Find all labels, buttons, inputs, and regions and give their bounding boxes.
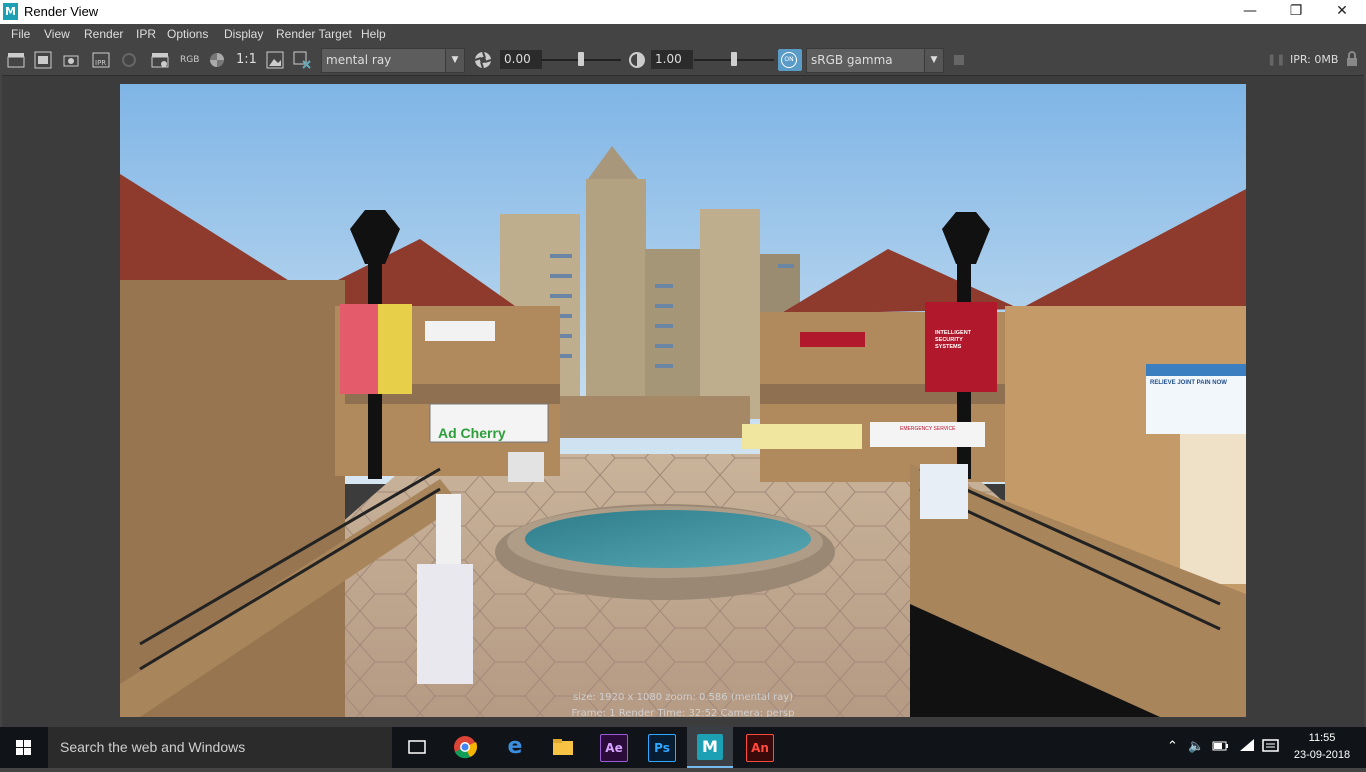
snapshot-compare-button[interactable] — [950, 51, 968, 69]
menu-render-target[interactable]: Render Target — [276, 27, 352, 41]
sign-security-1: INTELLIGENT — [935, 330, 972, 336]
menu-help[interactable]: Help — [361, 27, 386, 41]
ipr-clapboard-icon: IPR — [92, 52, 110, 68]
windows-logo-icon — [16, 740, 31, 755]
clock-time[interactable]: 11:55 — [1292, 732, 1352, 744]
sign-emergency: EMERGENCY SERVICE — [900, 426, 956, 432]
menu-display[interactable]: Display — [224, 27, 263, 41]
edge-icon[interactable]: e — [502, 734, 528, 760]
brush-icon — [954, 55, 964, 65]
clock-date[interactable]: 23-09-2018 — [1290, 749, 1354, 761]
volume-icon[interactable]: 🔈 — [1188, 739, 1204, 754]
wifi-icon[interactable] — [1238, 739, 1256, 757]
task-view-icon[interactable] — [404, 734, 430, 760]
camera-icon — [63, 55, 79, 67]
color-management-toggle[interactable]: ON — [778, 49, 802, 71]
svg-text:IPR: IPR — [95, 59, 106, 67]
chrome-icon[interactable] — [452, 734, 478, 760]
alpha-checker-icon — [210, 53, 224, 67]
exposure-reset-button[interactable] — [474, 51, 492, 69]
menu-options[interactable]: Options — [167, 27, 208, 41]
render-settings-button[interactable] — [151, 51, 169, 69]
settings-clapboard-icon — [151, 53, 169, 68]
close-icon: ✕ — [1336, 3, 1348, 19]
battery-icon[interactable] — [1212, 739, 1230, 757]
maya-icon[interactable]: M — [697, 734, 723, 760]
image-remove-icon — [293, 51, 311, 69]
gamma-slider-thumb[interactable] — [731, 52, 737, 66]
ipr-render-button[interactable]: IPR — [92, 51, 110, 69]
file-explorer-icon[interactable] — [550, 734, 576, 760]
render-info-line2: Frame: 1 Render Time: 32:52 Camera: pers… — [571, 708, 795, 717]
sign-security-3: SYSTEMS — [935, 344, 962, 350]
clapboard-icon — [7, 53, 25, 68]
redo-render-button[interactable] — [7, 51, 25, 69]
region-icon — [34, 51, 52, 69]
aperture-icon — [474, 51, 492, 69]
windows-taskbar: Search the web and Windows e Ae Ps M An … — [0, 727, 1366, 768]
window-title: Render View — [24, 4, 99, 19]
start-button[interactable] — [0, 727, 48, 768]
display-image-button[interactable] — [266, 51, 284, 69]
pause-icon[interactable]: ❚❚ — [1267, 51, 1285, 69]
menu-file[interactable]: File — [11, 27, 30, 41]
rendered-scene: Ad Cherry INTELLIGENT SECURITY SYSTEMS E… — [120, 84, 1246, 717]
refresh-ipr-button[interactable] — [120, 51, 138, 69]
alpha-channel-button[interactable] — [208, 51, 226, 69]
search-placeholder: Search the web and Windows — [60, 739, 246, 755]
rendered-image: Ad Cherry INTELLIGENT SECURITY SYSTEMS E… — [120, 84, 1246, 717]
title-bar: M Render View — ❐ ✕ — [0, 0, 1366, 24]
sign-ad-cherry: Ad Cherry — [438, 425, 506, 441]
render-info-line1: size: 1920 x 1080 zoom: 0.586 (mental ra… — [572, 692, 794, 703]
restore-icon: ❐ — [1289, 3, 1303, 19]
lock-icon[interactable] — [1343, 51, 1361, 69]
sign-joint: RELIEVE JOINT PAIN NOW — [1150, 380, 1227, 386]
on-icon: ON — [781, 52, 797, 68]
after-effects-icon[interactable]: Ae — [600, 734, 628, 762]
rgb-channel-button[interactable]: RGB — [180, 51, 199, 69]
chevron-down-icon: ▼ — [924, 49, 943, 72]
minimize-button[interactable]: — — [1227, 0, 1273, 24]
animate-icon[interactable]: An — [746, 734, 774, 762]
show-hidden-icons[interactable]: ⌃ — [1167, 739, 1178, 754]
sign-security-2: SECURITY — [935, 337, 963, 343]
menu-render[interactable]: Render — [84, 27, 123, 41]
render-toolbar: IPR RGB 1:1 mental ray ▼ 0.00 1.00 ON sR… — [0, 45, 1366, 75]
ipr-memory-label: IPR: 0MB — [1290, 53, 1339, 66]
photoshop-icon[interactable]: Ps — [648, 734, 676, 762]
minimize-icon: — — [1243, 3, 1257, 19]
renderer-dropdown[interactable]: mental ray ▼ — [321, 48, 465, 73]
remove-image-button[interactable] — [293, 51, 311, 69]
snapshot-button[interactable] — [62, 51, 80, 69]
gamma-field[interactable]: 1.00 — [651, 50, 693, 69]
menu-view[interactable]: View — [44, 27, 70, 41]
taskbar-search[interactable]: Search the web and Windows — [48, 727, 392, 768]
renderer-value: mental ray — [326, 53, 392, 67]
exposure-field[interactable]: 0.00 — [500, 50, 542, 69]
colorspace-value: sRGB gamma — [811, 53, 893, 67]
image-frame-icon — [266, 51, 284, 69]
menu-ipr[interactable]: IPR — [136, 27, 156, 41]
render-region-button[interactable] — [34, 51, 52, 69]
exposure-slider-thumb[interactable] — [578, 52, 584, 66]
half-circle-icon — [629, 52, 645, 68]
menu-bar: File View Render IPR Options Display Ren… — [0, 24, 1366, 45]
real-size-button[interactable]: 1:1 — [236, 52, 257, 67]
maya-app-icon: M — [3, 3, 18, 20]
gamma-reset-button[interactable] — [628, 51, 646, 69]
refresh-icon — [122, 53, 136, 67]
action-center-icon[interactable] — [1262, 739, 1280, 759]
colorspace-dropdown[interactable]: sRGB gamma ▼ — [806, 48, 944, 73]
chevron-down-icon: ▼ — [445, 49, 464, 72]
close-button[interactable]: ✕ — [1319, 0, 1365, 24]
restore-button[interactable]: ❐ — [1273, 0, 1319, 24]
padlock-icon — [1347, 51, 1357, 66]
